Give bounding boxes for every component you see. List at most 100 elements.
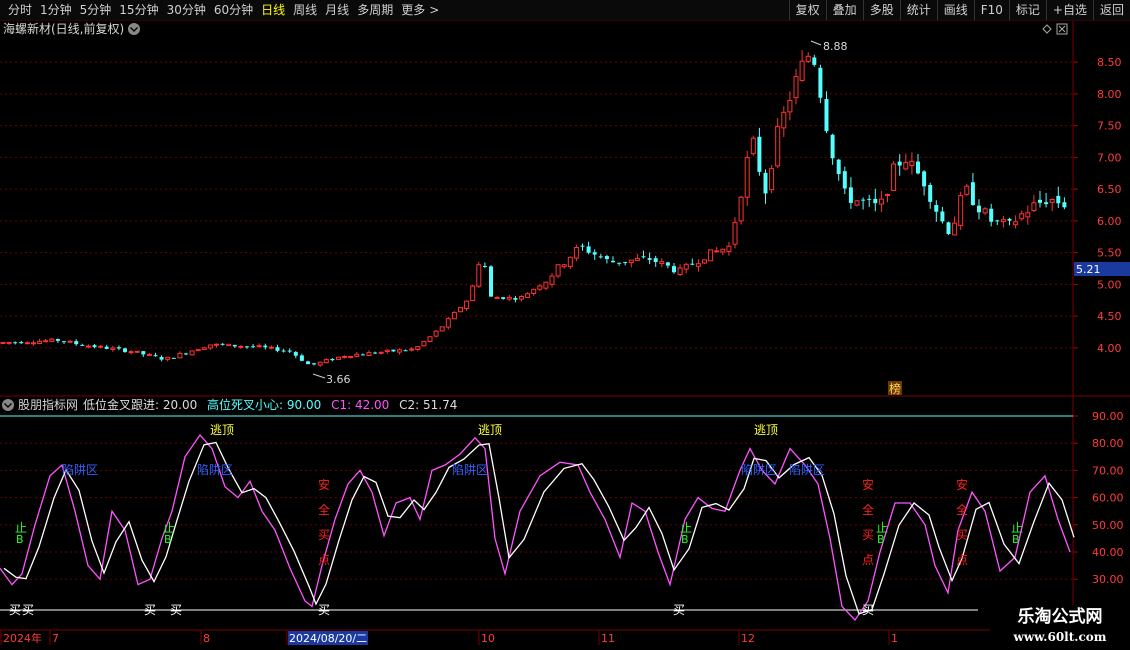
candle — [720, 248, 726, 255]
indicator-tick-label: 60.00 — [1092, 492, 1124, 505]
tab-period-2[interactable]: 5分钟 — [76, 0, 116, 20]
tab-period-6[interactable]: 日线 — [257, 0, 289, 20]
candle — [738, 195, 744, 225]
action-button-4[interactable]: 画线 — [936, 0, 974, 20]
indicator-dropdown-icon[interactable] — [2, 399, 14, 411]
candle — [451, 311, 457, 320]
candle — [336, 356, 341, 360]
candle — [37, 338, 43, 345]
candle — [195, 349, 201, 352]
candle — [433, 329, 439, 338]
safe-buy-label: 买 — [862, 528, 874, 542]
tab-period-7[interactable]: 周线 — [289, 0, 321, 20]
candle — [1049, 198, 1055, 212]
price-axis: 8.50 8.00 7.50 7.00 6.50 6.00 5.50 5.00 4.50 4.00 — [1073, 56, 1122, 355]
price-tick-label: 4.00 — [1097, 342, 1122, 355]
candle — [964, 183, 970, 196]
action-button-6[interactable]: 标记 — [1008, 0, 1046, 20]
candle — [134, 350, 140, 354]
close-panel-icon[interactable] — [1056, 23, 1068, 35]
tab-period-10[interactable]: 更多 — [397, 0, 429, 20]
candle — [421, 340, 427, 347]
action-button-2[interactable]: 多股 — [862, 0, 900, 20]
safe-buy-label: 买 — [956, 528, 968, 542]
candle — [256, 343, 262, 348]
candle — [989, 203, 994, 227]
more-chevron-icon[interactable]: > — [429, 0, 443, 20]
tab-period-5[interactable]: 60分钟 — [210, 0, 257, 20]
buy-signal-label: 买 — [862, 603, 874, 617]
date-axis: 2024年 7 8 2024/08/20/二 10 11 12 1 — [0, 630, 898, 645]
candle — [995, 219, 1000, 226]
candle — [226, 343, 232, 347]
candle — [787, 91, 793, 121]
candle — [922, 169, 927, 196]
action-button-3[interactable]: 统计 — [899, 0, 937, 20]
title-dropdown-icon[interactable] — [128, 23, 140, 35]
param-high-cross: 高位死叉小心: 90.00 — [207, 397, 321, 412]
candle — [873, 188, 878, 212]
action-button-8[interactable]: 返回 — [1092, 0, 1130, 20]
action-button-1[interactable]: 叠加 — [825, 0, 863, 20]
candle — [506, 294, 512, 302]
safe-buy-label: 点 — [318, 553, 330, 567]
candle — [55, 338, 60, 343]
tab-period-8[interactable]: 月线 — [321, 0, 353, 20]
candle — [659, 258, 665, 268]
candle — [104, 344, 109, 350]
svg-text:榜: 榜 — [889, 381, 901, 396]
candle — [842, 166, 847, 195]
action-button-0[interactable]: 复权 — [788, 0, 826, 20]
candle — [1031, 195, 1037, 212]
candle — [903, 153, 909, 171]
safe-buy-label: 全 — [318, 502, 330, 517]
tab-period-9[interactable]: 多周期 — [353, 0, 397, 20]
candle — [628, 259, 634, 268]
candle — [934, 200, 939, 222]
svg-text:8.88: 8.88 — [823, 40, 848, 53]
chart-canvas[interactable]: 8.50 8.00 7.50 7.00 6.50 6.00 5.50 5.00 4.50 4.00… — [0, 0, 1130, 650]
candle — [555, 264, 561, 279]
candle — [653, 255, 658, 267]
candle — [476, 261, 482, 289]
tab-period-0[interactable]: 分时 — [4, 0, 36, 20]
watermark: 乐淘公式网 www.60lt.com — [990, 605, 1130, 650]
candle — [482, 262, 487, 268]
candle — [580, 243, 585, 251]
candle — [732, 217, 738, 249]
low-price-marker: 3.66 — [312, 373, 351, 386]
candle — [19, 340, 24, 344]
trap-zone-label: 陷阱区 — [452, 462, 488, 477]
tab-period-4[interactable]: 30分钟 — [163, 0, 210, 20]
candle — [1038, 190, 1042, 208]
candle — [207, 344, 213, 350]
tab-period-3[interactable]: 15分钟 — [115, 0, 162, 20]
candle — [439, 326, 445, 332]
candle — [80, 343, 85, 347]
candle — [634, 253, 640, 261]
candle — [67, 340, 73, 343]
date-tick-label: 1 — [891, 632, 898, 645]
diamond-icon[interactable] — [1042, 24, 1052, 34]
candle — [586, 241, 591, 255]
candle — [623, 261, 628, 266]
candle — [970, 173, 975, 206]
safe-buy-label: 买 — [318, 528, 330, 542]
action-buttons: 复权 叠加 多股 统计 画线 F10 标记 +自选 返回 — [788, 0, 1130, 20]
date-tick-label: 2024/08/20/二 — [289, 632, 367, 645]
candle — [1013, 215, 1019, 229]
candle — [977, 199, 981, 220]
buy-signal-label: 买 — [170, 603, 182, 617]
candle — [885, 193, 890, 203]
candle — [958, 191, 964, 230]
candle — [543, 281, 549, 291]
action-button-5[interactable]: F10 — [973, 0, 1009, 20]
candle — [513, 295, 518, 303]
tab-period-1[interactable]: 1分钟 — [36, 0, 76, 20]
candle — [854, 200, 860, 207]
rank-badge[interactable]: 榜 — [888, 381, 902, 396]
candle — [1025, 205, 1031, 225]
candle — [952, 216, 958, 236]
action-button-7[interactable]: +自选 — [1045, 0, 1093, 20]
candle — [878, 190, 884, 212]
